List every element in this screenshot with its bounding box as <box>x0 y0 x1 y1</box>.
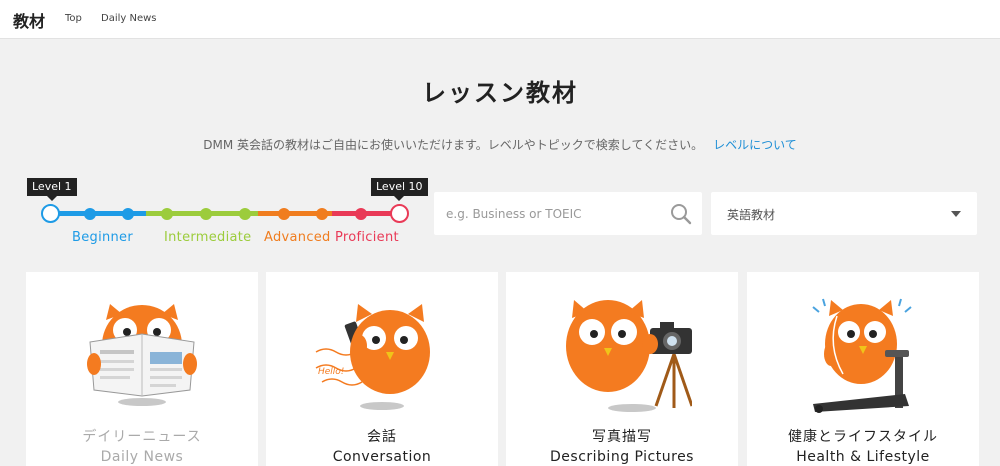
chevron-down-icon <box>951 211 961 217</box>
material-card-describing-pictures[interactable]: 写真描写 Describing Pictures <box>506 272 738 466</box>
search-icon[interactable] <box>670 203 692 225</box>
card-title-jp: 写真描写 <box>592 429 652 445</box>
card-title-en: Health & Lifestyle <box>796 449 930 465</box>
card-title-jp: 会話 <box>367 429 397 445</box>
material-card-health-lifestyle[interactable]: 健康とライフスタイル Health & Lifestyle <box>747 272 979 466</box>
nav-link-daily-news[interactable]: Daily News <box>101 13 157 24</box>
max-level-handle[interactable] <box>390 204 409 223</box>
card-title-en: Conversation <box>332 449 432 465</box>
hello-speech: Hello! <box>318 367 344 377</box>
level-dot[interactable] <box>239 207 251 220</box>
category-select-value: 英語教材 <box>727 208 776 222</box>
card-title-jp: デイリーニュース <box>82 429 202 445</box>
min-level-tag: Level 1 <box>27 178 77 201</box>
level-group-beginner: Beginner <box>72 230 134 245</box>
level-group-advanced: Advanced <box>264 230 331 245</box>
level-dot[interactable] <box>161 207 173 220</box>
material-card-daily-news[interactable]: デイリーニュース Daily News <box>26 272 258 466</box>
page-title: レッスン教材 <box>422 79 578 107</box>
subtitle-text: DMM 英会話の教材はご自由にお使いいただけます。レベルやトピックで検索してくだ… <box>203 138 704 152</box>
card-title-en: Describing Pictures <box>550 449 694 465</box>
max-level-tag: Level 10 <box>371 178 428 201</box>
level-dot[interactable] <box>84 207 96 220</box>
search-box <box>434 192 702 235</box>
owl-on-treadmill-icon <box>812 298 912 413</box>
min-level-handle[interactable] <box>41 204 60 223</box>
top-bar: 教材 Top Daily News <box>0 0 1000 39</box>
material-card-conversation[interactable]: Hello! 会話 Conversation <box>266 272 498 466</box>
owl-reading-newspaper-icon <box>87 304 197 406</box>
level-group-intermediate: Intermediate <box>164 230 252 245</box>
card-title-en: Daily News <box>100 449 184 465</box>
level-slider[interactable]: Level 1 Level 10 Beginner Intermediate A… <box>22 176 428 250</box>
level-dot[interactable] <box>355 207 367 220</box>
owl-with-camera-icon <box>566 300 692 412</box>
card-title-jp: 健康とライフスタイル <box>788 429 938 445</box>
level-dot[interactable] <box>122 207 134 220</box>
page-subtitle: DMM 英会話の教材はご自由にお使いいただけます。レベルやトピックで検索してくだ… <box>0 136 1000 153</box>
about-levels-link[interactable]: レベルについて <box>713 138 797 152</box>
owl-on-phone-icon: Hello! <box>315 304 430 410</box>
page-brand[interactable]: 教材 <box>13 8 45 32</box>
category-select[interactable]: 英語教材 <box>711 192 977 235</box>
level-dot[interactable] <box>316 207 328 220</box>
level-group-proficient: Proficient <box>335 230 399 245</box>
level-dot[interactable] <box>278 207 290 220</box>
search-input[interactable] <box>434 192 669 235</box>
level-dot[interactable] <box>200 207 212 220</box>
nav-link-top[interactable]: Top <box>65 13 82 24</box>
